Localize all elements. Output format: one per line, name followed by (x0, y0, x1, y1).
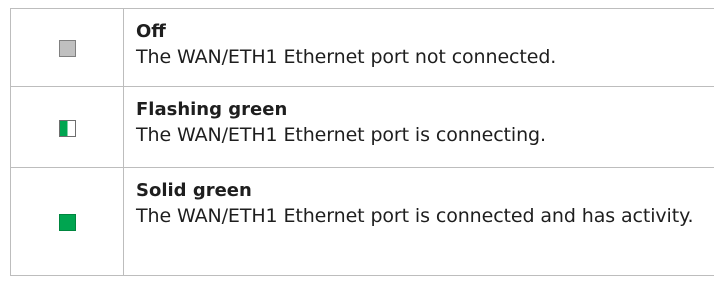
status-description: The WAN/ETH1 Ethernet port is connecting… (136, 124, 546, 146)
table-row: Off The WAN/ETH1 Ethernet port not conne… (10, 8, 714, 87)
led-flashing-green-icon (58, 119, 76, 137)
led-icon-cell (10, 8, 124, 87)
description-cell: Flashing green The WAN/ETH1 Ethernet por… (123, 86, 714, 168)
status-description: The WAN/ETH1 Ethernet port not connected… (136, 46, 557, 68)
led-solid-green-icon (58, 214, 76, 231)
table-row: Solid green The WAN/ETH1 Ethernet port i… (10, 167, 714, 276)
table-row: Flashing green The WAN/ETH1 Ethernet por… (10, 86, 714, 168)
description-cell: Solid green The WAN/ETH1 Ethernet port i… (123, 167, 714, 276)
led-status-table: Off The WAN/ETH1 Ethernet port not conne… (10, 8, 714, 276)
status-name: Flashing green (136, 99, 288, 120)
led-icon-cell (10, 86, 124, 168)
status-description: The WAN/ETH1 Ethernet port is connected … (136, 205, 694, 227)
led-off-icon (58, 40, 76, 57)
description-cell: Off The WAN/ETH1 Ethernet port not conne… (123, 8, 714, 87)
status-name: Solid green (136, 180, 252, 201)
status-name: Off (136, 21, 166, 42)
led-icon-cell (10, 167, 124, 276)
